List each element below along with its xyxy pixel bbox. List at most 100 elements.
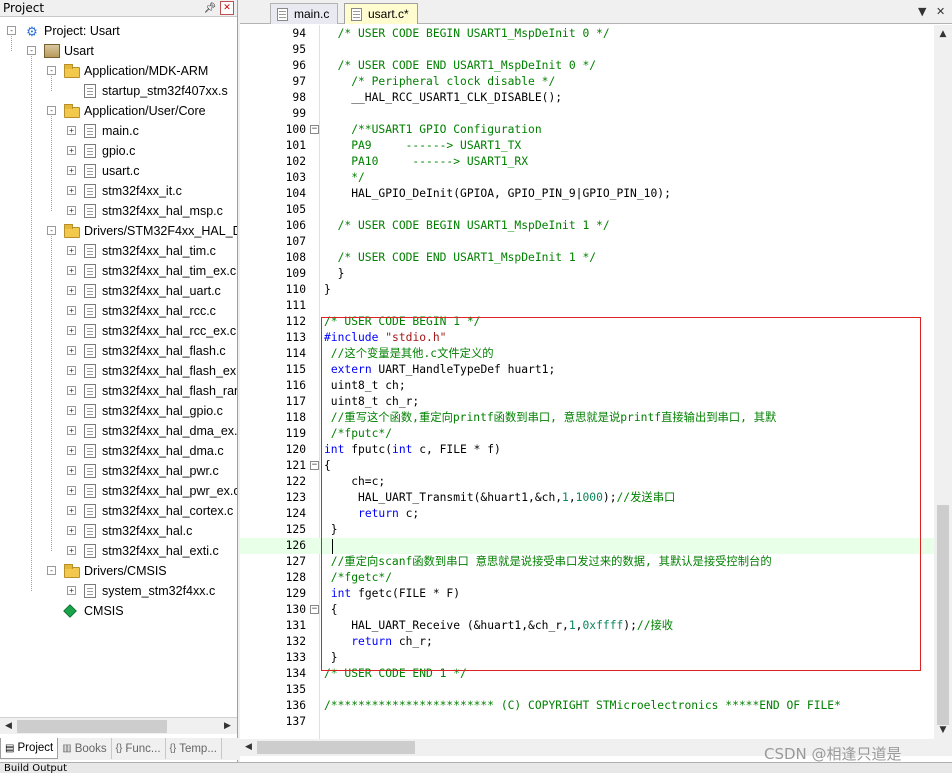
tree-item[interactable]: stm32f4xx_hal_dma.c xyxy=(84,441,224,461)
tree-item[interactable]: stm32f4xx_hal_pwr_ex.c xyxy=(84,481,237,501)
expand-icon[interactable]: + xyxy=(67,146,76,155)
expand-icon[interactable]: + xyxy=(67,586,76,595)
fold-toggle-icon[interactable]: − xyxy=(310,461,319,470)
tree-item[interactable]: stm32f4xx_hal_flash.c xyxy=(84,341,226,361)
expand-icon[interactable]: + xyxy=(67,246,76,255)
tree-item[interactable]: stm32f4xx_hal.c xyxy=(84,521,192,541)
bottom-tab-books[interactable]: ▥ Books xyxy=(58,738,112,759)
code-line[interactable]: 130− { xyxy=(240,602,934,618)
code-line[interactable]: 98 __HAL_RCC_USART1_CLK_DISABLE(); xyxy=(240,90,934,106)
code-line[interactable]: 117 uint8_t ch_r; xyxy=(240,394,934,410)
tree-horizontal-scrollbar[interactable]: ◀ ▶ xyxy=(0,717,237,734)
code-line[interactable]: 101 PA9 ------> USART1_TX xyxy=(240,138,934,154)
expand-icon[interactable]: + xyxy=(67,526,76,535)
fold-toggle-icon[interactable]: − xyxy=(310,605,319,614)
collapse-icon[interactable]: - xyxy=(47,566,56,575)
code-line[interactable]: 136 /************************ (C) COPYRIG… xyxy=(240,698,934,714)
code-line[interactable]: 94 /* USER CODE BEGIN USART1_MspDeInit 0… xyxy=(240,26,934,42)
collapse-icon[interactable]: - xyxy=(7,26,16,35)
code-line[interactable]: 112 /* USER CODE BEGIN 1 */ xyxy=(240,314,934,330)
tree-item[interactable]: startup_stm32f407xx.s xyxy=(84,81,228,101)
fold-toggle-icon[interactable]: − xyxy=(310,125,319,134)
code-line[interactable]: 116 uint8_t ch; xyxy=(240,378,934,394)
code-line[interactable]: 132 return ch_r; xyxy=(240,634,934,650)
tree-item[interactable]: ⚙ Project: Usart xyxy=(24,21,120,41)
collapse-icon[interactable]: - xyxy=(47,66,56,75)
code-line[interactable]: 123 HAL_UART_Transmit(&huart1,&ch,1,1000… xyxy=(240,490,934,506)
tree-item[interactable]: stm32f4xx_hal_tim.c xyxy=(84,241,216,261)
code-line[interactable]: 114 //这个变量是其他.c文件定义的 xyxy=(240,346,934,362)
code-line[interactable]: 105 xyxy=(240,202,934,218)
code-line[interactable]: 102 PA10 ------> USART1_RX xyxy=(240,154,934,170)
code-line[interactable]: 120 int fputc(int c, FILE * f) xyxy=(240,442,934,458)
expand-icon[interactable]: + xyxy=(67,446,76,455)
expand-icon[interactable]: + xyxy=(67,506,76,515)
scroll-thumb[interactable] xyxy=(17,720,167,733)
code-line[interactable]: 131 HAL_UART_Receive (&huart1,&ch_r,1,0x… xyxy=(240,618,934,634)
code-line[interactable]: 128 /*fgetc*/ xyxy=(240,570,934,586)
tree-item[interactable]: Drivers/CMSIS xyxy=(64,561,167,581)
scroll-thumb[interactable] xyxy=(937,505,949,725)
tree-item[interactable]: Drivers/STM32F4xx_HAL_Driv xyxy=(64,221,237,241)
code-line[interactable]: 107 xyxy=(240,234,934,250)
tree-item[interactable]: stm32f4xx_hal_rcc_ex.c xyxy=(84,321,236,341)
tree-item[interactable]: Application/MDK-ARM xyxy=(64,61,208,81)
tree-item[interactable]: stm32f4xx_hal_msp.c xyxy=(84,201,223,221)
tab-usart-c[interactable]: usart.c* xyxy=(344,3,418,24)
tree-item[interactable]: CMSIS xyxy=(63,601,124,621)
expand-icon[interactable]: + xyxy=(67,126,76,135)
scroll-left-icon[interactable]: ◀ xyxy=(1,719,16,734)
code-line[interactable]: 135 xyxy=(240,682,934,698)
code-line[interactable]: 126 xyxy=(240,538,934,554)
expand-icon[interactable]: + xyxy=(67,166,76,175)
tree-item[interactable]: gpio.c xyxy=(84,141,135,161)
expand-icon[interactable]: + xyxy=(67,406,76,415)
code-area[interactable]: 94 /* USER CODE BEGIN USART1_MspDeInit 0… xyxy=(240,25,934,739)
expand-icon[interactable]: + xyxy=(67,466,76,475)
bottom-tab-func[interactable]: {} Func... xyxy=(112,738,166,759)
expand-icon[interactable]: + xyxy=(67,306,76,315)
code-line[interactable]: 104 HAL_GPIO_DeInit(GPIOA, GPIO_PIN_9|GP… xyxy=(240,186,934,202)
code-line[interactable]: 99 xyxy=(240,106,934,122)
tree-item[interactable]: stm32f4xx_hal_flash_ex.c xyxy=(84,361,237,381)
scroll-thumb[interactable] xyxy=(257,741,415,754)
tree-item[interactable]: stm32f4xx_it.c xyxy=(84,181,182,201)
tree-item[interactable]: stm32f4xx_hal_flash_ram xyxy=(84,381,237,401)
scroll-right-icon[interactable]: ▶ xyxy=(220,719,235,734)
code-line[interactable]: 109 } xyxy=(240,266,934,282)
code-line[interactable]: 111 xyxy=(240,298,934,314)
tab-main-c[interactable]: main.c xyxy=(270,3,339,24)
code-line[interactable]: 134 /* USER CODE END 1 */ xyxy=(240,666,934,682)
collapse-icon[interactable]: - xyxy=(47,106,56,115)
expand-icon[interactable]: + xyxy=(67,386,76,395)
tree-item[interactable]: usart.c xyxy=(84,161,140,181)
code-line[interactable]: 96 /* USER CODE END USART1_MspDeInit 0 *… xyxy=(240,58,934,74)
expand-icon[interactable]: + xyxy=(67,486,76,495)
expand-icon[interactable]: + xyxy=(67,546,76,555)
expand-icon[interactable]: + xyxy=(67,326,76,335)
scroll-down-icon[interactable]: ▼ xyxy=(936,723,950,737)
code-line[interactable]: 95 xyxy=(240,42,934,58)
tree-item[interactable]: system_stm32f4xx.c xyxy=(84,581,215,601)
expand-icon[interactable]: + xyxy=(67,286,76,295)
code-line[interactable]: 125 } xyxy=(240,522,934,538)
chevron-down-icon[interactable]: ▼ xyxy=(918,5,926,18)
expand-icon[interactable]: + xyxy=(67,206,76,215)
code-line[interactable]: 129 int fgetc(FILE * F) xyxy=(240,586,934,602)
expand-icon[interactable]: + xyxy=(67,266,76,275)
code-line[interactable]: 127 //重定向scanf函数到串口 意思就是说接受串口发过来的数据, 其默认… xyxy=(240,554,934,570)
code-line[interactable]: 113 #include "stdio.h" xyxy=(240,330,934,346)
bottom-tab-temp[interactable]: {} Temp... xyxy=(166,738,222,759)
code-line[interactable]: 122 ch=c; xyxy=(240,474,934,490)
code-line[interactable]: 124 return c; xyxy=(240,506,934,522)
code-line[interactable]: 121−{ xyxy=(240,458,934,474)
code-line[interactable]: 106 /* USER CODE BEGIN USART1_MspDeInit … xyxy=(240,218,934,234)
code-line[interactable]: 100− /**USART1 GPIO Configuration xyxy=(240,122,934,138)
code-line[interactable]: 108 /* USER CODE END USART1_MspDeInit 1 … xyxy=(240,250,934,266)
pin-icon[interactable]: 📌︎ xyxy=(203,1,217,15)
tree-item[interactable]: Application/User/Core xyxy=(64,101,206,121)
project-tree[interactable]: ⚙ Project: Usart - Usart - Application/MDK-AR… xyxy=(0,17,237,717)
editor-vertical-scrollbar[interactable]: ▲ ▼ xyxy=(934,25,952,739)
tree-item[interactable]: Usart xyxy=(44,41,94,61)
code-line[interactable]: 119 /*fputc*/ xyxy=(240,426,934,442)
